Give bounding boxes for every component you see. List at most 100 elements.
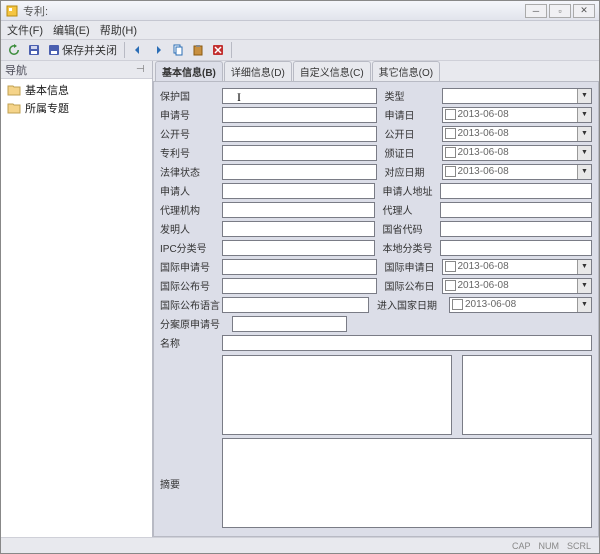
save-close-button[interactable]: 保存并关闭 <box>45 41 120 59</box>
menubar: 文件(F) 编辑(E) 帮助(H) <box>1 21 599 39</box>
paste-icon[interactable] <box>189 41 207 59</box>
input-country-code[interactable] <box>440 221 593 237</box>
date-app-date[interactable]: 2013-06-08▼ <box>442 107 593 123</box>
basic-info-panel: 保护国 类型 ▼ 申请号 申请日 2013-06-08▼ 公开号 公开日 201… <box>153 81 599 537</box>
label-pub-no: 公开号 <box>160 126 220 141</box>
tab-custom[interactable]: 自定义信息(C) <box>293 61 371 81</box>
label-intl-app-no: 国际申请号 <box>160 259 220 274</box>
input-ipc[interactable] <box>222 240 375 256</box>
maximize-button[interactable]: ▫ <box>549 4 571 18</box>
input-agency[interactable] <box>222 202 375 218</box>
input-agent[interactable] <box>440 202 593 218</box>
toolbar: 保存并关闭 <box>1 39 599 61</box>
label-country-code: 国省代码 <box>383 221 438 236</box>
tab-basic[interactable]: 基本信息(B) <box>155 61 223 81</box>
input-applicant[interactable] <box>222 183 375 199</box>
status-scrl: SCRL <box>567 541 591 551</box>
statusbar: CAP NUM SCRL <box>1 537 599 553</box>
label-app-no: 申请号 <box>160 107 220 122</box>
label-corr-date: 对应日期 <box>385 164 440 179</box>
label-intl-pub-no: 国际公布号 <box>160 278 220 293</box>
menu-help[interactable]: 帮助(H) <box>100 22 137 38</box>
label-app-date: 申请日 <box>385 107 440 122</box>
folder-icon <box>7 102 21 114</box>
status-num: NUM <box>538 541 559 551</box>
chevron-down-icon: ▼ <box>577 127 591 141</box>
input-intl-app-no[interactable] <box>222 259 377 275</box>
label-type: 类型 <box>385 88 440 103</box>
delete-icon[interactable] <box>209 41 227 59</box>
input-inventor[interactable] <box>222 221 375 237</box>
status-cap: CAP <box>512 541 531 551</box>
refresh-icon[interactable] <box>5 41 23 59</box>
close-button[interactable]: ✕ <box>573 4 595 18</box>
label-ipc: IPC分类号 <box>160 240 220 255</box>
combo-type[interactable]: ▼ <box>442 88 593 104</box>
label-agent: 代理人 <box>383 202 438 217</box>
save-icon[interactable] <box>25 41 43 59</box>
chevron-down-icon: ▼ <box>577 108 591 122</box>
label-intl-app-date: 国际申请日 <box>385 259 440 274</box>
label-name: 名称 <box>160 335 220 350</box>
input-intl-pub-lang[interactable] <box>222 297 369 313</box>
nav-title: 导航 <box>5 62 27 78</box>
input-legal-status[interactable] <box>222 164 377 180</box>
input-local-class[interactable] <box>440 240 593 256</box>
forward-icon[interactable] <box>149 41 167 59</box>
date-intl-pub-date[interactable]: 2013-06-08▼ <box>442 278 593 294</box>
input-pub-no[interactable] <box>222 126 377 142</box>
label-spacer <box>160 355 220 435</box>
window-title: 专利: <box>23 3 525 19</box>
app-icon <box>5 4 19 18</box>
input-protect-country[interactable] <box>222 88 377 104</box>
chevron-down-icon: ▼ <box>577 89 591 103</box>
chevron-down-icon: ▼ <box>577 146 591 160</box>
chevron-down-icon: ▼ <box>577 298 591 312</box>
input-name[interactable] <box>222 335 592 351</box>
copy-icon[interactable] <box>169 41 187 59</box>
folder-icon <box>7 84 21 96</box>
input-intl-pub-no[interactable] <box>222 278 377 294</box>
chevron-down-icon: ▼ <box>577 165 591 179</box>
label-local-class: 本地分类号 <box>383 240 438 255</box>
menu-edit[interactable]: 编辑(E) <box>53 22 90 38</box>
date-grant-date[interactable]: 2013-06-08▼ <box>442 145 593 161</box>
label-patent-no: 专利号 <box>160 145 220 160</box>
date-enter-national-date[interactable]: 2013-06-08▼ <box>449 297 592 313</box>
input-app-no[interactable] <box>222 107 377 123</box>
nav-panel: 导航 ⊣ 基本信息 所属专题 <box>1 61 153 537</box>
textarea-1[interactable] <box>222 355 452 435</box>
label-protect-country: 保护国 <box>160 88 220 103</box>
textarea-abstract[interactable] <box>222 438 592 528</box>
menu-file[interactable]: 文件(F) <box>7 22 43 38</box>
back-icon[interactable] <box>129 41 147 59</box>
chevron-down-icon: ▼ <box>577 279 591 293</box>
label-applicant: 申请人 <box>160 183 220 198</box>
label-abstract: 摘要 <box>160 476 220 491</box>
label-intl-pub-date: 国际公布日 <box>385 278 440 293</box>
minimize-button[interactable]: ─ <box>525 4 547 18</box>
date-pub-date[interactable]: 2013-06-08▼ <box>442 126 593 142</box>
textarea-2[interactable] <box>462 355 592 435</box>
label-intl-pub-lang: 国际公布语言 <box>160 297 220 312</box>
label-pub-date: 公开日 <box>385 126 440 141</box>
tab-detail[interactable]: 详细信息(D) <box>224 61 292 81</box>
label-div-app-no: 分案原申请号 <box>160 316 230 331</box>
chevron-down-icon: ▼ <box>577 260 591 274</box>
tree-item-basic[interactable]: 基本信息 <box>3 81 150 99</box>
tab-strip: 基本信息(B) 详细信息(D) 自定义信息(C) 其它信息(O) <box>153 61 599 81</box>
tab-other[interactable]: 其它信息(O) <box>372 61 440 81</box>
titlebar: 专利: ─ ▫ ✕ <box>1 1 599 21</box>
tree-item-topic[interactable]: 所属专题 <box>3 99 150 117</box>
input-applicant-addr[interactable] <box>440 183 593 199</box>
input-patent-no[interactable] <box>222 145 377 161</box>
app-window: 专利: ─ ▫ ✕ 文件(F) 编辑(E) 帮助(H) 保存并关闭 导航 ⊣ <box>0 0 600 554</box>
label-applicant-addr: 申请人地址 <box>383 183 438 198</box>
label-grant-date: 颁证日 <box>385 145 440 160</box>
date-intl-app-date[interactable]: 2013-06-08▼ <box>442 259 593 275</box>
input-div-app-no[interactable] <box>232 316 347 332</box>
main-area: 基本信息(B) 详细信息(D) 自定义信息(C) 其它信息(O) 保护国 类型 … <box>153 61 599 537</box>
label-agency: 代理机构 <box>160 202 220 217</box>
pin-icon[interactable]: ⊣ <box>136 64 148 76</box>
date-corr-date[interactable]: 2013-06-08▼ <box>442 164 593 180</box>
